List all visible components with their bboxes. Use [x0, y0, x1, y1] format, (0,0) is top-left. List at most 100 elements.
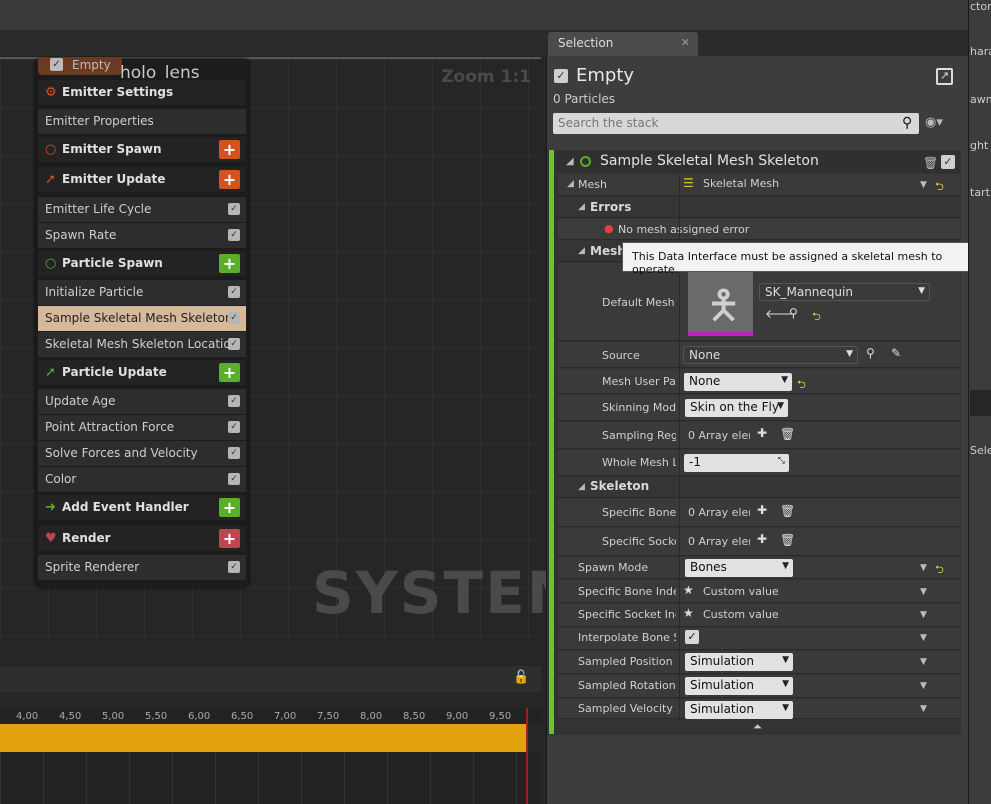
trash-icon[interactable]: 🗑 [780, 533, 795, 547]
enable-checkbox[interactable]: ✓ [228, 395, 240, 407]
stack-row-spawn-rate[interactable]: Spawn Rate ✓ [38, 223, 246, 248]
stack-row-label: Initialize Particle [45, 285, 144, 299]
tab-selection[interactable]: Selection ✕ [548, 32, 698, 56]
reset-arrow-icon[interactable]: ⮌ [935, 178, 944, 197]
chevron-down-icon[interactable]: ▼ [920, 633, 927, 643]
stack-row-label: Emitter Life Cycle [45, 202, 152, 216]
enable-checkbox[interactable]: ✓ [228, 447, 240, 459]
add-module-button[interactable]: + [219, 170, 240, 189]
enable-checkbox[interactable]: ✓ [228, 473, 240, 485]
skinning-mode-value: Skin on the Fly [690, 400, 779, 414]
stack-row-initialize-particle[interactable]: Initialize Particle ✓ [38, 280, 246, 305]
enable-checkbox[interactable]: ✓ [228, 561, 240, 573]
stack-row-skeletal-mesh-skeleton-location[interactable]: Skeletal Mesh Skeleton Location ✓ [38, 332, 246, 357]
enable-checkbox[interactable]: ✓ [228, 229, 240, 241]
add-element-icon[interactable]: ✚ [757, 532, 767, 546]
stack-row-particle-update[interactable]: ➚ Particle Update + [38, 360, 246, 385]
collapse-module-icon[interactable]: ⏶ [753, 720, 762, 734]
close-icon[interactable]: ✕ [681, 36, 690, 49]
stack-row-emitter-properties[interactable]: Emitter Properties [38, 109, 246, 134]
stack-row-add-event-handler[interactable]: ➜ Add Event Handler + [38, 495, 246, 520]
top-toolbar [0, 0, 968, 30]
enable-checkbox[interactable]: ✓ [228, 421, 240, 433]
add-module-button[interactable]: + [219, 498, 240, 517]
stack-row-render[interactable]: ♥ Render + [38, 526, 246, 551]
zoom-level: Zoom 1:1 [441, 67, 531, 87]
expand-triangle-icon[interactable]: ◢ [578, 202, 585, 212]
adjacent-panel-label: hara [970, 45, 991, 58]
sampled-rotation-dropdown[interactable]: Simulation ▼ [685, 677, 793, 695]
stack-row-emitter-update[interactable]: ➚ Emitter Update + [38, 167, 246, 192]
stack-row-emitter-life-cycle[interactable]: Emitter Life Cycle ✓ [38, 197, 246, 222]
enable-checkbox[interactable]: ✓ [228, 338, 240, 350]
mesh-thumbnail[interactable]: 🯅 [688, 271, 753, 336]
stack-row-sample-skeletal-mesh-skeleton[interactable]: Sample Skeletal Mesh Skeleton ✓ [38, 306, 246, 331]
stack-row-point-attraction-force[interactable]: Point Attraction Force ✓ [38, 415, 246, 440]
add-module-button[interactable]: + [219, 254, 240, 273]
reset-arrow-icon[interactable]: ⮌ [812, 308, 821, 327]
chevron-down-icon[interactable]: ▼ [920, 657, 927, 667]
stack-row-color[interactable]: Color ✓ [38, 467, 246, 492]
system-graph-canvas[interactable]: Zoom 1:1 SYSTEM ✓ Empty holo_lens ⚙ Emitt… [0, 57, 584, 638]
spawn-mode-dropdown[interactable]: Bones ▼ [685, 559, 793, 577]
chevron-down-icon: ▼ [918, 286, 925, 296]
stack-row-label: Skeletal Mesh Skeleton Location [45, 337, 239, 351]
default-mesh-dropdown[interactable]: SK_Mannequin ▼ [759, 283, 930, 301]
reset-arrow-icon[interactable]: ⮌ [797, 376, 806, 395]
lock-icon[interactable]: 🔓 [513, 670, 529, 685]
whole-mesh-lod-input[interactable]: -1 ⤡ [684, 454, 789, 472]
expand-triangle-icon[interactable]: ◢ [567, 179, 574, 189]
collapse-triangle-icon[interactable]: ◢ [566, 156, 574, 167]
timeline-ruler[interactable]: 4,00 4,50 5,00 5,50 6,00 6,50 7,00 7,50 8,00 8,50… [0, 708, 541, 724]
chevron-down-icon[interactable]: ▼ [920, 563, 927, 573]
add-module-button[interactable]: + [219, 529, 240, 548]
sampled-velocity-dropdown[interactable]: Simulation ▼ [685, 701, 793, 719]
enable-checkbox[interactable]: ✓ [228, 203, 240, 215]
stack-row-emitter-settings[interactable]: ⚙ Emitter Settings [38, 80, 246, 105]
emitter-enable-checkbox[interactable]: ✓ [50, 58, 63, 71]
stack-row-sprite-renderer[interactable]: Sprite Renderer ✓ [38, 555, 246, 580]
source-dropdown[interactable]: None ▼ [683, 346, 858, 364]
expand-triangle-icon[interactable]: ◢ [578, 482, 585, 492]
expand-triangle-icon[interactable]: ◢ [578, 246, 585, 256]
open-external-icon[interactable]: ↗ [936, 68, 953, 85]
enable-checkbox[interactable]: ✓ [228, 312, 240, 324]
eyedropper-icon[interactable]: ✎ [891, 346, 901, 360]
emitter-enable-tab[interactable]: ✓ Empty [38, 57, 122, 75]
stack-row-particle-spawn[interactable]: ○ Particle Spawn + [38, 251, 246, 276]
trash-icon[interactable]: 🗑 [780, 504, 795, 518]
module-enable-checkbox[interactable]: ✓ [941, 155, 955, 169]
chevron-down-icon[interactable]: ▼ [920, 681, 927, 691]
browse-search-icon[interactable]: ⚲ [866, 346, 875, 360]
add-element-icon[interactable]: ✚ [757, 426, 767, 440]
skinning-mode-dropdown[interactable]: Skin on the Fly ▼ [685, 399, 788, 417]
search-input[interactable]: Search the stack [553, 113, 919, 134]
chevron-down-icon[interactable]: ▼ [920, 704, 927, 714]
stack-row-update-age[interactable]: Update Age ✓ [38, 389, 246, 414]
search-icon[interactable]: ⚲ [902, 115, 912, 131]
emitter-timeline-bar[interactable] [0, 724, 527, 752]
add-module-button[interactable]: + [219, 363, 240, 382]
stack-row-emitter-spawn[interactable]: ○ Emitter Spawn + [38, 137, 246, 162]
sampled-position-dropdown[interactable]: Simulation ▼ [685, 653, 793, 671]
reset-arrow-icon[interactable]: ⮌ [935, 561, 944, 580]
add-module-button[interactable]: + [219, 140, 240, 159]
eye-icon[interactable]: ◉▾ [925, 115, 943, 130]
browse-search-icon[interactable]: ⚲ [789, 306, 798, 320]
emitter-enabled-checkbox[interactable]: ✓ [554, 69, 568, 83]
add-element-icon[interactable]: ✚ [757, 503, 767, 517]
chevron-down-icon[interactable]: ▼ [920, 180, 927, 190]
enable-checkbox[interactable]: ✓ [228, 286, 240, 298]
chevron-down-icon[interactable]: ▼ [920, 610, 927, 620]
chevron-down-icon[interactable]: ▼ [920, 587, 927, 597]
specific-bones-value: 0 Array elem [688, 506, 750, 519]
interpolate-checkbox[interactable]: ✓ [685, 630, 699, 644]
trash-icon[interactable]: 🗑 [923, 156, 938, 170]
trash-icon[interactable]: 🗑 [780, 427, 795, 441]
emitter-node[interactable]: ✓ Empty holo_lens ⚙ Emitter Settings Emitt… [36, 57, 248, 587]
stack-row-solve-forces-and-velocity[interactable]: Solve Forces and Velocity ✓ [38, 441, 246, 466]
stack-row-label: Color [45, 472, 77, 486]
timeline-scrubber[interactable] [526, 708, 528, 804]
mesh-user-param-dropdown[interactable]: None ▼ [684, 373, 792, 391]
drag-handle-icon[interactable]: ⤡ [778, 456, 785, 466]
